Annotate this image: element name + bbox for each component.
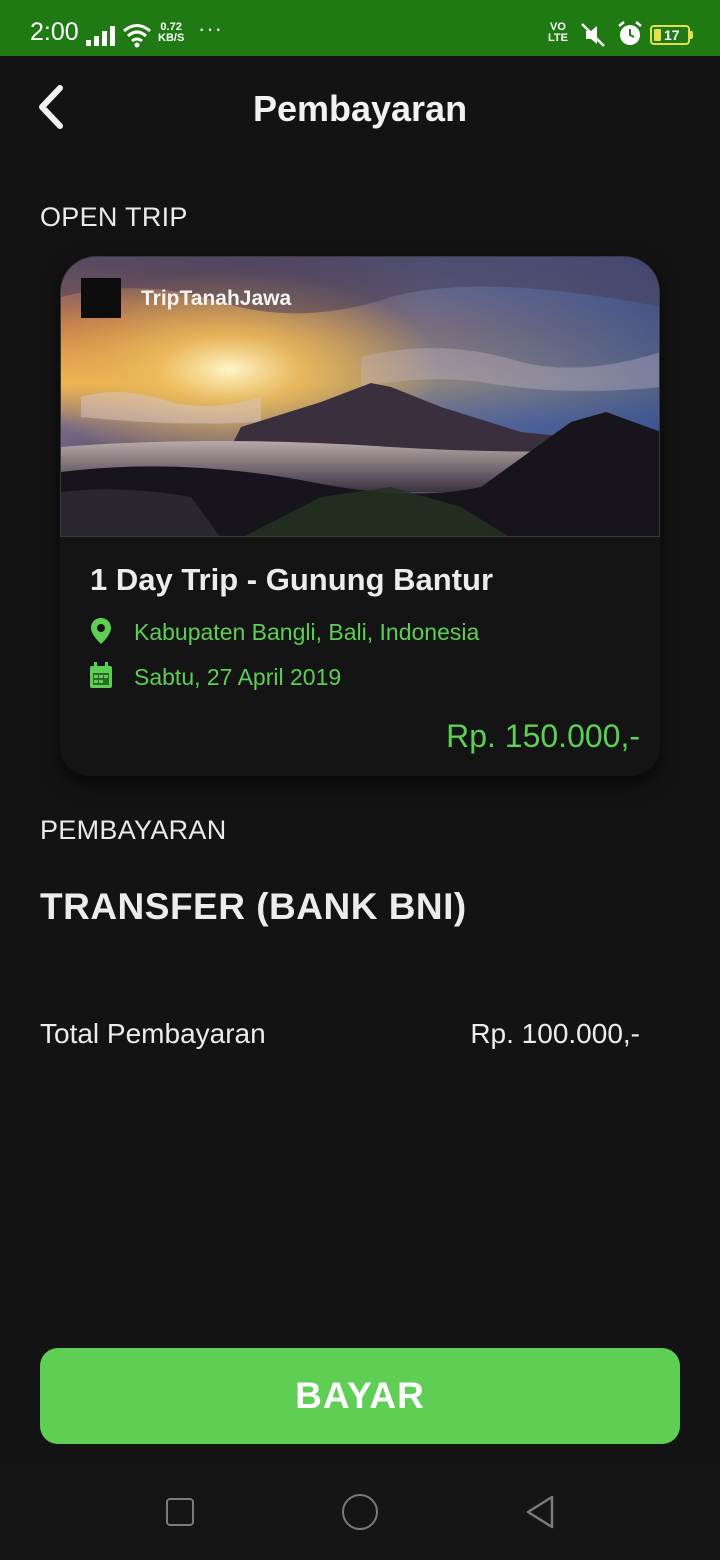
- volte-bottom: LTE: [548, 32, 568, 44]
- trip-name: 1 Day Trip - Gunung Bantur: [90, 562, 494, 597]
- section-label-open-trip: OPEN TRIP: [40, 202, 188, 232]
- mute-icon: [581, 23, 605, 47]
- trip-date: Sabtu, 27 April 2019: [134, 664, 342, 690]
- page-title: Pembayaran: [252, 88, 468, 129]
- alarm-icon: [618, 21, 642, 45]
- signal-icon: [86, 26, 115, 46]
- brand-logo: [81, 278, 121, 318]
- status-bar: 2:00 0.72 KB/S ··· VO LTE 17: [0, 0, 720, 56]
- wifi-icon: [123, 24, 151, 48]
- map-pin-icon: [91, 618, 111, 644]
- battery-tip: [690, 31, 693, 39]
- trip-image: TripTanahJawa: [60, 256, 660, 537]
- recent-apps-icon[interactable]: [166, 1498, 194, 1526]
- brand-name: TripTanahJawa: [141, 287, 292, 310]
- status-time: 2:00: [30, 18, 79, 46]
- pay-button[interactable]: BAYAR: [40, 1348, 680, 1444]
- battery-fill: [654, 29, 661, 41]
- trip-card[interactable]: TripTanahJawa 1 Day Trip - Gunung Bantur…: [60, 256, 660, 776]
- home-icon[interactable]: [342, 1494, 378, 1530]
- net-speed: 0.72 KB/S: [158, 22, 184, 44]
- section-label-payment: PEMBAYARAN: [40, 815, 227, 845]
- battery-level: 17: [664, 27, 680, 43]
- battery-icon: 17: [650, 25, 690, 45]
- net-speed-unit: KB/S: [158, 32, 185, 44]
- total-value: Rp. 100.000,-: [470, 1018, 640, 1049]
- more-notifications-icon: ···: [198, 16, 223, 41]
- back-icon[interactable]: [524, 1494, 556, 1530]
- payment-method[interactable]: TRANSFER (BANK BNI): [40, 886, 467, 928]
- total-label: Total Pembayaran: [40, 1018, 266, 1049]
- volte-indicator: VO LTE: [548, 22, 568, 44]
- trip-location: Kabupaten Bangli, Bali, Indonesia: [134, 619, 480, 645]
- calendar-icon: [90, 662, 112, 688]
- trip-price: Rp. 150.000,-: [446, 718, 640, 754]
